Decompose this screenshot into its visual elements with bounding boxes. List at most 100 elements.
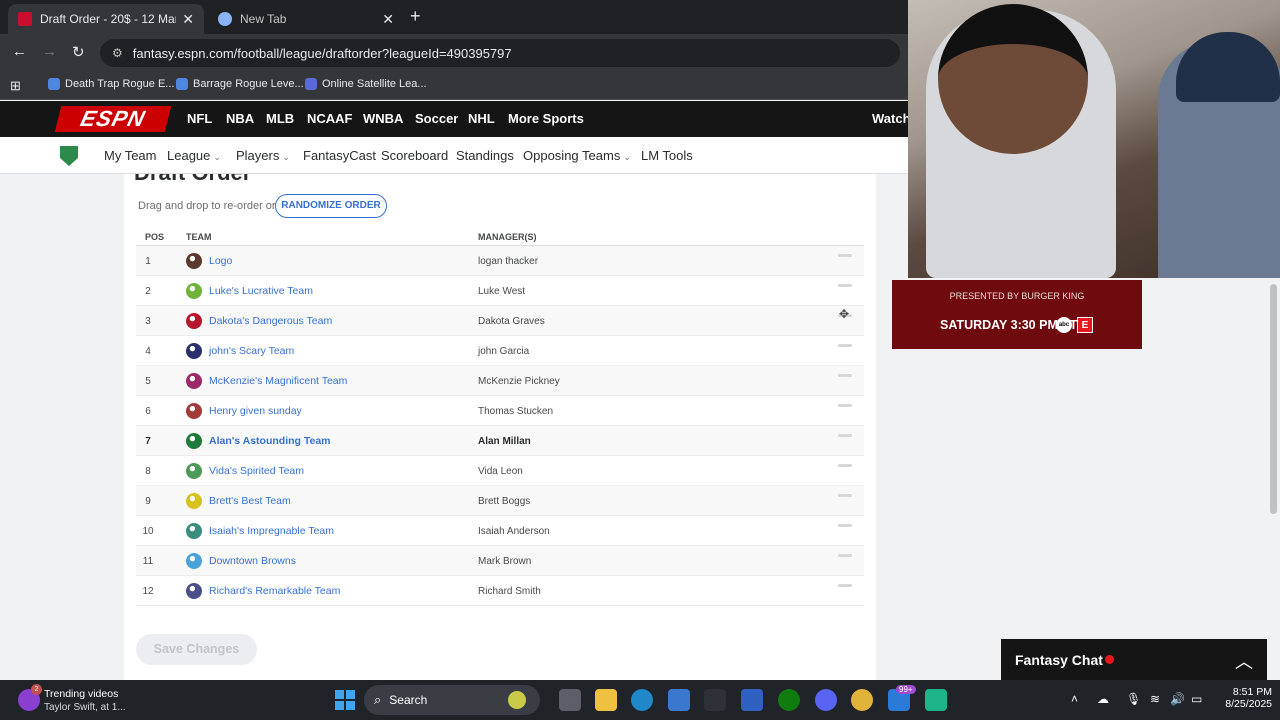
drag-handle-icon[interactable] [838, 344, 852, 347]
team-name-link[interactable]: Dakota's Dangerous Team [209, 315, 332, 327]
bookmark-death-trap[interactable]: Death Trap Rogue E... [48, 78, 174, 90]
randomize-order-button[interactable]: RANDOMIZE ORDER [275, 194, 387, 218]
team-name-link[interactable]: Brett's Best Team [209, 495, 291, 507]
address-bar[interactable]: ⚙ fantasy.espn.com/football/league/draft… [100, 39, 900, 67]
nav-nfl[interactable]: NFL [187, 111, 212, 126]
scrollbar-thumb[interactable] [1270, 284, 1277, 514]
ad-presenter: PRESENTED BY BURGER KING [949, 291, 1085, 301]
nav-wnba[interactable]: WNBA [363, 111, 403, 126]
drag-handle-icon[interactable] [838, 404, 852, 407]
team-name-link[interactable]: Logo [209, 255, 232, 267]
tray-overflow-icon[interactable]: ˄ [1071, 692, 1078, 706]
tennis-ball-icon[interactable] [508, 691, 526, 709]
drag-handle-icon[interactable] [838, 584, 852, 587]
table-row[interactable]: 10 Isaiah's Impregnable Team Isaiah Anders… [136, 516, 864, 546]
league-shield-icon[interactable] [60, 146, 78, 166]
speaker-icon[interactable]: 🔊 [1170, 692, 1185, 706]
row-position: 6 [145, 406, 151, 417]
nav-nba[interactable]: NBA [226, 111, 254, 126]
team-name-link[interactable]: Alan's Astounding Team [209, 435, 331, 447]
table-row[interactable]: 8 Vida's Spirited Team Vida Leon [136, 456, 864, 486]
forward-arrow-icon[interactable]: → [42, 43, 57, 60]
microphone-icon[interactable]: 🎙 [1126, 692, 1141, 706]
tab-new-tab[interactable]: New Tab ✕ [208, 4, 404, 34]
manager-name: logan thacker [478, 256, 539, 267]
team-name-link[interactable]: Henry given sunday [209, 405, 302, 417]
table-row[interactable]: 7 Alan's Astounding Team Alan Millan [136, 426, 864, 456]
back-arrow-icon[interactable]: ← [12, 43, 27, 60]
manager-name: Dakota Graves [478, 316, 545, 327]
team-name-link[interactable]: Richard's Remarkable Team [209, 585, 340, 597]
cloud-icon[interactable]: ☁ [1097, 692, 1109, 706]
table-row[interactable]: 11 Downtown Browns Mark Brown [136, 546, 864, 576]
table-row[interactable]: 2 Luke's Lucrative Team Luke West [136, 276, 864, 306]
subnav-league[interactable]: League ⌄ [167, 148, 221, 163]
team-name-link[interactable]: Vida's Spirited Team [209, 465, 304, 477]
drag-handle-icon[interactable] [838, 434, 852, 437]
file-explorer-icon[interactable] [595, 689, 617, 711]
espn-e-logo-icon: E [1077, 317, 1093, 333]
team-name-link[interactable]: Luke's Lucrative Team [209, 285, 313, 297]
bookmark-barrage[interactable]: Barrage Rogue Leve... [176, 78, 304, 90]
new-tab-plus-icon[interactable]: + [410, 6, 421, 27]
start-windows-icon[interactable] [335, 690, 355, 710]
drag-handle-icon[interactable] [838, 284, 852, 287]
close-tab-icon[interactable]: ✕ [382, 11, 394, 28]
team-name-link[interactable]: Isaiah's Impregnable Team [209, 525, 334, 537]
discord-icon[interactable] [815, 689, 837, 711]
drag-handle-icon[interactable] [838, 524, 852, 527]
nav-nhl[interactable]: NHL [468, 111, 495, 126]
subnav-my-team[interactable]: My Team [104, 148, 157, 163]
app-icon[interactable] [704, 689, 726, 711]
nav-soccer[interactable]: Soccer [415, 111, 458, 126]
table-row[interactable]: 12 Richard's Remarkable Team Richard Smith [136, 576, 864, 606]
drag-handle-icon[interactable] [838, 254, 852, 257]
apps-grid-icon[interactable]: ⊞ [10, 78, 21, 94]
drag-handle-icon[interactable] [838, 494, 852, 497]
subnav-opposing-teams[interactable]: Opposing Teams ⌄ [523, 148, 631, 163]
task-view-icon[interactable] [559, 689, 581, 711]
burger-king-ad[interactable]: PRESENTED BY BURGER KING SATURDAY 3:30 P… [892, 280, 1142, 349]
terminal-app-icon[interactable] [925, 689, 947, 711]
store-icon[interactable] [668, 689, 690, 711]
close-tab-icon[interactable]: ✕ [182, 11, 194, 28]
notification-badge: 99+ [896, 685, 916, 694]
nav-ncaaf[interactable]: NCAAF [307, 111, 353, 126]
chevron-up-icon[interactable]: ︿ [1235, 648, 1253, 674]
save-changes-button[interactable]: Save Changes [136, 634, 257, 665]
xbox-icon[interactable] [778, 689, 800, 711]
team-name-link[interactable]: McKenzie's Magnificent Team [209, 375, 347, 387]
nav-mlb[interactable]: MLB [266, 111, 294, 126]
table-row[interactable]: 6 Henry given sunday Thomas Stucken [136, 396, 864, 426]
system-clock[interactable]: 8:51 PM 8/25/2025 [1216, 686, 1272, 710]
nav-more-sports[interactable]: More Sports [508, 111, 584, 126]
subnav-fantasycast[interactable]: FantasyCast [303, 148, 376, 163]
team-name-link[interactable]: john's Scary Team [209, 345, 294, 357]
table-row[interactable]: 5 McKenzie's Magnificent Team McKenzie Pic… [136, 366, 864, 396]
fantasy-chat-bar[interactable]: Fantasy Chat ︿ [1001, 639, 1267, 680]
espn-logo[interactable]: ESPN [54, 106, 172, 132]
battery-icon[interactable]: ▭ [1191, 692, 1202, 706]
page-scrollbar[interactable] [1268, 278, 1280, 680]
reload-icon[interactable]: ↻ [72, 43, 85, 61]
subnav-lm-tools[interactable]: LM Tools [641, 148, 693, 163]
bookmark-online-satellite[interactable]: Online Satellite Lea... [305, 78, 427, 90]
design-app-icon[interactable] [741, 689, 763, 711]
team-name-link[interactable]: Downtown Browns [209, 555, 296, 567]
subnav-standings[interactable]: Standings [456, 148, 514, 163]
edge-icon[interactable] [631, 689, 653, 711]
drag-handle-icon[interactable] [838, 554, 852, 557]
nav-watch[interactable]: Watch [872, 111, 911, 126]
table-row[interactable]: 1 Logo logan thacker [136, 246, 864, 276]
subnav-scoreboard[interactable]: Scoreboard [381, 148, 448, 163]
tab-draft-order[interactable]: Draft Order - 20$ - 12 Man Lea ✕ [8, 4, 204, 34]
drag-handle-icon[interactable] [838, 374, 852, 377]
site-info-icon[interactable]: ⚙ [112, 46, 123, 60]
chrome-icon[interactable] [851, 689, 873, 711]
table-row[interactable]: 9 Brett's Best Team Brett Boggs [136, 486, 864, 516]
table-row[interactable]: 3 Dakota's Dangerous Team Dakota Graves [136, 306, 864, 336]
wifi-icon[interactable]: ≋ [1150, 692, 1160, 706]
table-row[interactable]: 4 john's Scary Team john Garcia [136, 336, 864, 366]
drag-handle-icon[interactable] [838, 464, 852, 467]
subnav-players[interactable]: Players ⌄ [236, 148, 290, 163]
